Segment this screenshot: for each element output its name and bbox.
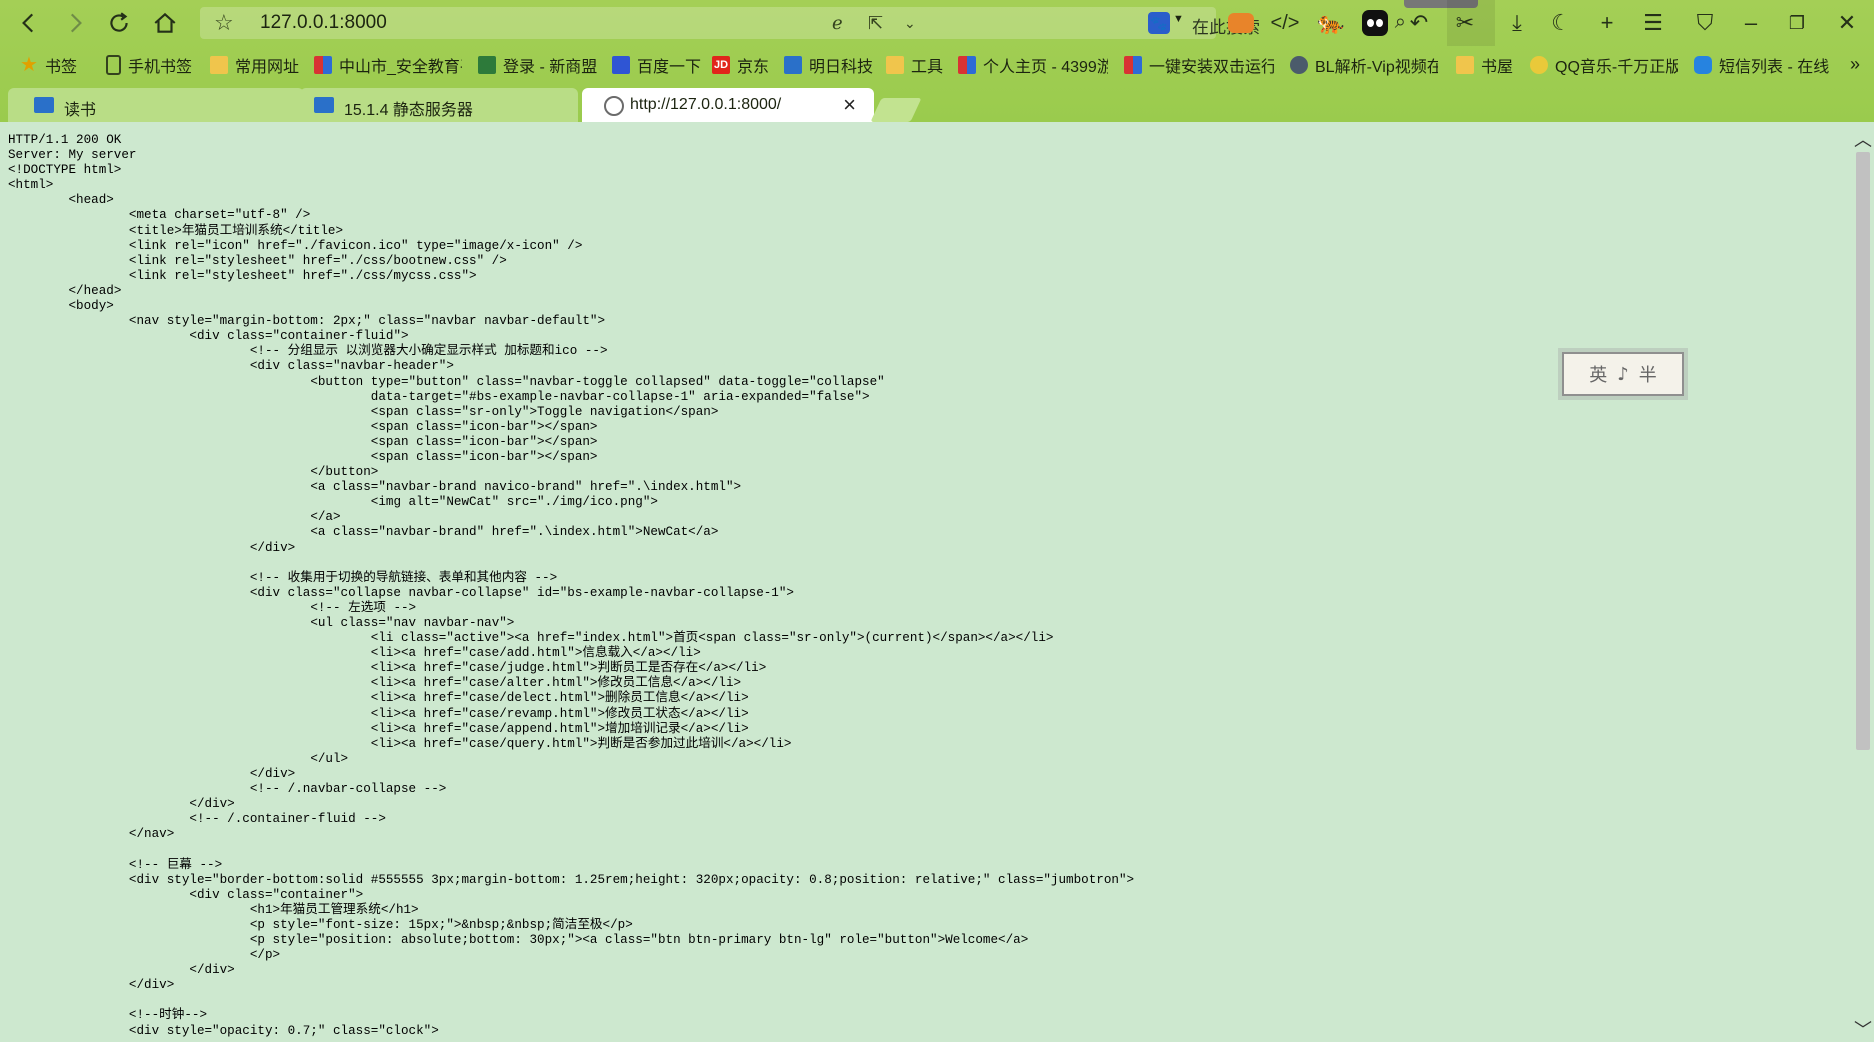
menu-icon[interactable]: ☰: [1638, 8, 1668, 38]
phone-icon: [106, 55, 121, 75]
ie-mode-icon[interactable]: ℯ: [832, 13, 843, 34]
browser-toolbar: ☆ 127.0.0.1:8000 ℯ ⇱ ⌄ 🐾 ▼ 在此搜索 ⌕ </> 🐅 …: [0, 0, 1874, 46]
reload-icon[interactable]: [104, 8, 134, 38]
close-window-icon[interactable]: ✕: [1832, 8, 1862, 38]
minimize-icon[interactable]: –: [1736, 8, 1766, 38]
undo-icon[interactable]: ↶: [1404, 8, 1434, 38]
more-bookmarks-icon[interactable]: »: [1850, 54, 1860, 75]
scissors-icon[interactable]: ✂: [1450, 8, 1480, 38]
search-engine-caret-icon[interactable]: ▼: [1173, 13, 1184, 25]
forward-icon[interactable]: [60, 8, 90, 38]
tab-reading[interactable]: 读书: [8, 88, 304, 122]
baidu-paw-icon[interactable]: 🐾: [1148, 12, 1170, 34]
bookmark-item[interactable]: 一键安装双击运行: [1124, 54, 1274, 76]
bookmark-item[interactable]: 短信列表 - 在线: [1694, 54, 1834, 76]
ime-status-widget[interactable]: 英 ♪ 半: [1562, 352, 1684, 396]
folder-icon: [886, 56, 904, 74]
bookmark-item[interactable]: 手机书签: [106, 54, 198, 76]
scroll-down-icon[interactable]: ﹀: [1852, 1016, 1874, 1040]
tiger-extension-icon[interactable]: 🐅: [1316, 8, 1346, 38]
page-content: HTTP/1.1 200 OK Server: My server <!DOCT…: [0, 122, 1852, 1042]
new-tab-button[interactable]: [870, 98, 922, 122]
jd-icon: JD: [712, 56, 730, 74]
site-icon: [958, 56, 976, 74]
browser-chrome: ☆ 127.0.0.1:8000 ℯ ⇱ ⌄ 🐾 ▼ 在此搜索 ⌕ </> 🐅 …: [0, 0, 1874, 122]
site-icon: [478, 56, 496, 74]
bookmark-item[interactable]: 个人主页 - 4399游: [958, 54, 1108, 76]
url-text[interactable]: 127.0.0.1:8000: [260, 12, 387, 34]
baidu-icon: [612, 56, 630, 74]
vertical-scrollbar[interactable]: ︿ ﹀: [1852, 122, 1874, 1042]
globe-icon: [604, 96, 624, 116]
ime-mode-label[interactable]: ♪: [1617, 364, 1629, 385]
bookmark-item[interactable]: 工具: [886, 54, 948, 76]
folder-icon: [1456, 56, 1474, 74]
night-mode-icon[interactable]: ☾: [1546, 8, 1576, 38]
bookmark-item[interactable]: 常用网址: [210, 54, 302, 76]
chevron-down-icon[interactable]: ⌄: [904, 15, 916, 32]
skin-icon[interactable]: ⛉: [1690, 8, 1720, 38]
bookmark-item[interactable]: QQ音乐-千万正版: [1530, 54, 1678, 76]
ime-language-label[interactable]: 英: [1589, 361, 1607, 387]
bookmark-star-icon[interactable]: ☆: [214, 10, 234, 36]
scroll-up-icon[interactable]: ︿: [1852, 126, 1874, 150]
ime-width-label[interactable]: 半: [1639, 361, 1657, 387]
bookmark-item[interactable]: ★ 书签: [20, 54, 86, 76]
mr-icon: [314, 97, 334, 113]
bookmark-item[interactable]: 百度一下: [612, 54, 704, 76]
tab-strip: 读书 15.1.4 静态服务器 http://127.0.0.1:8000/ ×: [0, 86, 1874, 122]
site-icon: [1124, 56, 1142, 74]
site-icon: [314, 56, 332, 74]
home-icon[interactable]: [150, 8, 180, 38]
close-tab-icon[interactable]: ×: [843, 92, 856, 118]
play-icon: [1290, 56, 1308, 74]
bookmark-item[interactable]: 中山市_安全教育平: [314, 54, 462, 76]
back-icon[interactable]: [14, 8, 44, 38]
tab-static-server[interactable]: 15.1.4 静态服务器: [300, 88, 578, 122]
share-icon[interactable]: ⇱: [868, 13, 883, 34]
qq-icon: [1530, 56, 1548, 74]
new-tab-plus-icon[interactable]: +: [1592, 8, 1622, 38]
bookmark-item[interactable]: BL解析-Vip视频在: [1290, 54, 1438, 76]
scrollbar-thumb[interactable]: [1856, 152, 1870, 750]
restore-icon[interactable]: ❐: [1782, 8, 1812, 38]
cat-extension-icon[interactable]: [1362, 10, 1388, 36]
folder-icon: [210, 56, 228, 74]
bookmarks-bar: ★书签 手机书签 常用网址 中山市_安全教育平 登录 - 新商盟 百度一下 JD…: [0, 50, 1874, 80]
download-icon[interactable]: ⤓: [1502, 8, 1532, 38]
star-icon: ★: [20, 54, 38, 76]
msg-icon: [1694, 56, 1712, 74]
address-bar[interactable]: ☆ 127.0.0.1:8000 ℯ ⇱ ⌄ 🐾 ▼ 在此搜索 ⌕: [200, 7, 1406, 39]
game-extension-icon[interactable]: [1228, 13, 1254, 33]
bookmark-item[interactable]: 书屋: [1456, 54, 1518, 76]
mr-icon: [34, 97, 54, 113]
bookmark-item[interactable]: 登录 - 新商盟: [478, 54, 600, 76]
code-icon[interactable]: </>: [1270, 8, 1300, 38]
mr-icon: [784, 56, 802, 74]
raw-http-response-text: HTTP/1.1 200 OK Server: My server <!DOCT…: [8, 133, 1135, 1038]
bookmark-item[interactable]: 明日科技: [784, 54, 880, 76]
bookmark-item[interactable]: JD 京东: [712, 54, 776, 76]
tab-localhost[interactable]: http://127.0.0.1:8000/ ×: [582, 88, 874, 122]
